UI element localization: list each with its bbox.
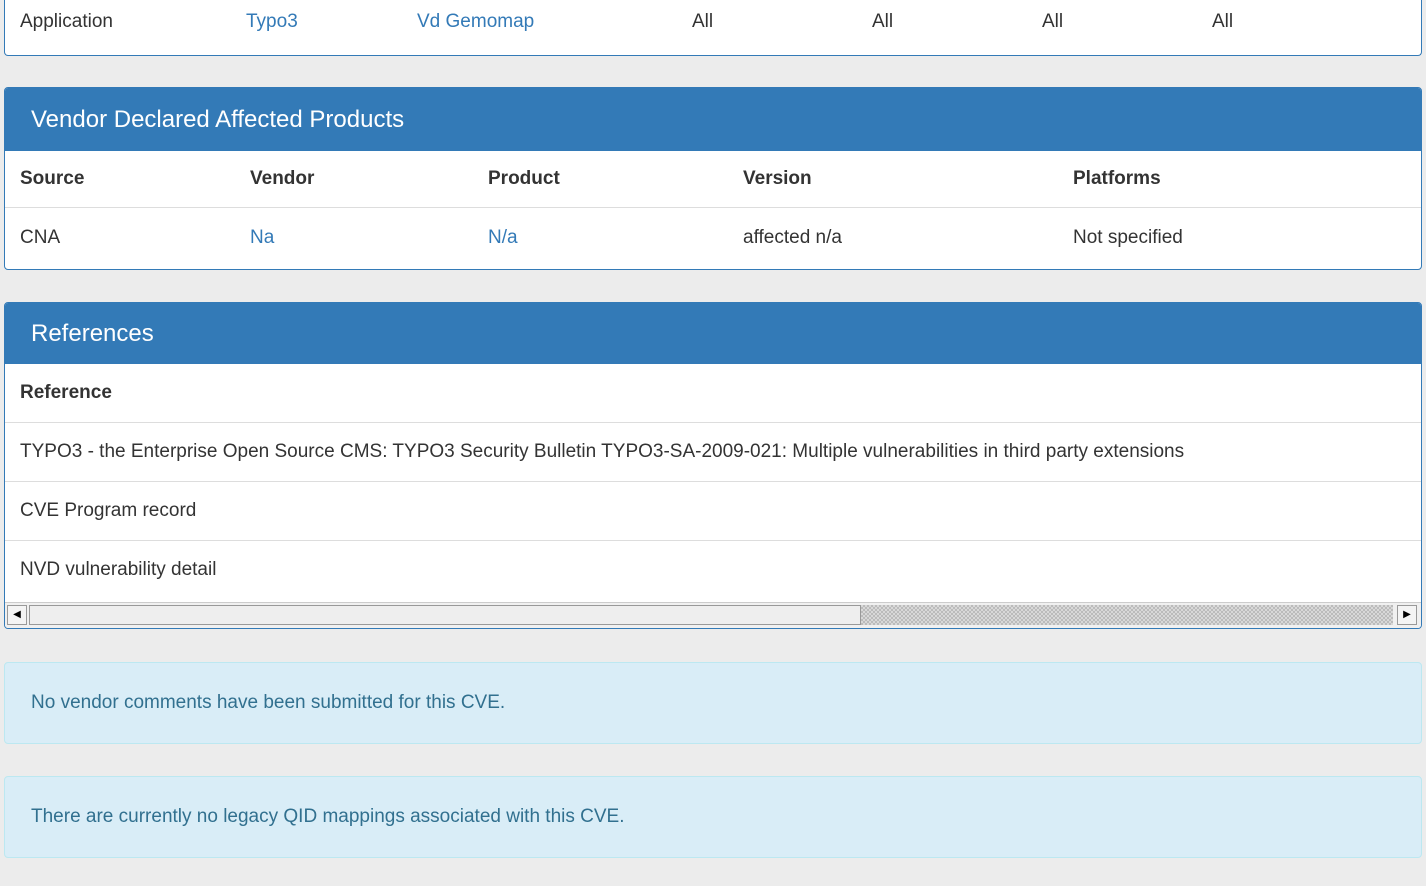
type-cell: Application bbox=[20, 11, 113, 32]
reference-link[interactable]: TYPO3 - the Enterprise Open Source CMS: … bbox=[5, 422, 1421, 481]
horizontal-scrollbar[interactable]: ◀ ▶ bbox=[5, 602, 1421, 628]
update-cell: All bbox=[872, 11, 894, 32]
references-panel: References Reference TYPO3 - the Enterpr… bbox=[4, 302, 1422, 629]
vendor-products-table: Source Vendor Product Version Platforms … bbox=[5, 151, 1421, 269]
source-cell: CNA bbox=[20, 227, 61, 249]
reference-link[interactable]: CVE Program record bbox=[5, 481, 1421, 540]
affected-software-panel: Application Typo3 Vd Gemomap All All All… bbox=[4, 0, 1422, 56]
vendor-link[interactable]: Na bbox=[250, 227, 274, 248]
column-header-reference: Reference bbox=[20, 381, 112, 403]
scrollbar-track[interactable] bbox=[29, 605, 1393, 625]
table-row: TYPO3 - the Enterprise Open Source CMS: … bbox=[5, 422, 1421, 481]
table-header-row: Source Vendor Product Version Platforms bbox=[5, 151, 1421, 207]
table-row: Application Typo3 Vd Gemomap All All All… bbox=[5, 0, 1421, 50]
table-row: CNA Na N/a affected n/a Not specified bbox=[5, 207, 1421, 269]
vendor-comments-alert: No vendor comments have been submitted f… bbox=[4, 662, 1422, 744]
platforms-cell: Not specified bbox=[1073, 227, 1183, 249]
column-header-platforms: Platforms bbox=[1073, 167, 1161, 189]
product-link[interactable]: N/a bbox=[488, 227, 518, 248]
column-header-source: Source bbox=[20, 167, 85, 189]
references-table: Reference TYPO3 - the Enterprise Open So… bbox=[5, 364, 1421, 599]
scroll-right-icon[interactable]: ▶ bbox=[1397, 605, 1417, 625]
affected-software-table: Application Typo3 Vd Gemomap All All All… bbox=[5, 0, 1421, 50]
column-header-product: Product bbox=[488, 167, 560, 189]
table-row: NVD vulnerability detail bbox=[5, 540, 1421, 599]
version-cell: All bbox=[692, 11, 714, 32]
column-header-version: Version bbox=[743, 167, 812, 189]
product-link[interactable]: Vd Gemomap bbox=[417, 11, 534, 32]
edition-cell: All bbox=[1042, 11, 1064, 32]
panel-title: Vendor Declared Affected Products bbox=[5, 88, 1421, 151]
qid-mappings-alert: There are currently no legacy QID mappin… bbox=[4, 776, 1422, 858]
version-cell: affected n/a bbox=[743, 227, 842, 249]
table-row: CVE Program record bbox=[5, 481, 1421, 540]
vendor-declared-products-panel: Vendor Declared Affected Products Source… bbox=[4, 87, 1422, 270]
scroll-left-icon[interactable]: ◀ bbox=[7, 605, 27, 625]
table-header-row: Reference bbox=[5, 364, 1421, 422]
vendor-link[interactable]: Typo3 bbox=[246, 11, 298, 32]
reference-link[interactable]: NVD vulnerability detail bbox=[5, 540, 1421, 599]
scrollbar-thumb[interactable] bbox=[29, 605, 861, 625]
column-header-vendor: Vendor bbox=[250, 167, 315, 189]
panel-title: References bbox=[5, 303, 1421, 364]
language-cell: All bbox=[1212, 11, 1234, 32]
